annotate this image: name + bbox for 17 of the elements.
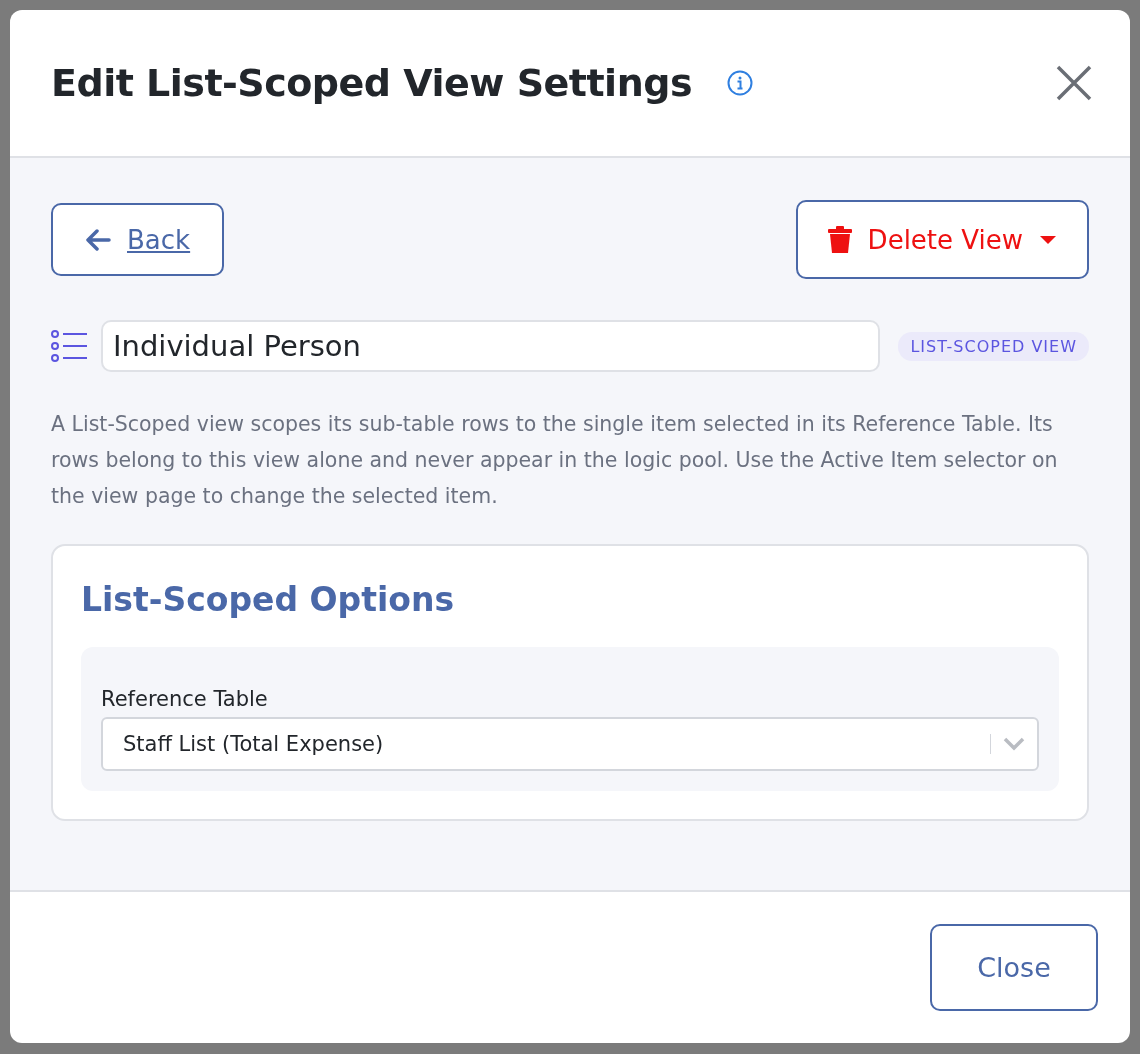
view-type-badge: LIST-SCOPED VIEW (898, 331, 1089, 361)
arrow-left-icon (85, 228, 111, 251)
info-icon[interactable] (726, 69, 755, 97)
trash-icon (827, 225, 852, 254)
back-button[interactable]: Back (51, 203, 225, 276)
field-label: Reference Table (101, 687, 269, 711)
dialog-title: Edit List-Scoped View Settings (51, 61, 693, 105)
close-icon[interactable] (1054, 63, 1094, 103)
options-title: List-Scoped Options (81, 580, 456, 619)
view-name-field[interactable]: Individual Person (101, 320, 881, 372)
close-button[interactable]: Close (930, 924, 1098, 1011)
description-text: A List-Scoped view scopes its sub-table rows to the single item selected in its Reference Table. Its rows belong to this view alone and never appear in the logic pool. Use the Active Item selector on the view page to change the selected item. (51, 411, 1059, 510)
list-icon (51, 330, 87, 362)
chevron-down-icon (1003, 737, 1025, 751)
reference-table-select[interactable]: Staff List (Total Expense) (101, 717, 1039, 771)
delete-view-button[interactable]: Delete View (795, 200, 1089, 279)
caret-icon (1039, 234, 1057, 245)
